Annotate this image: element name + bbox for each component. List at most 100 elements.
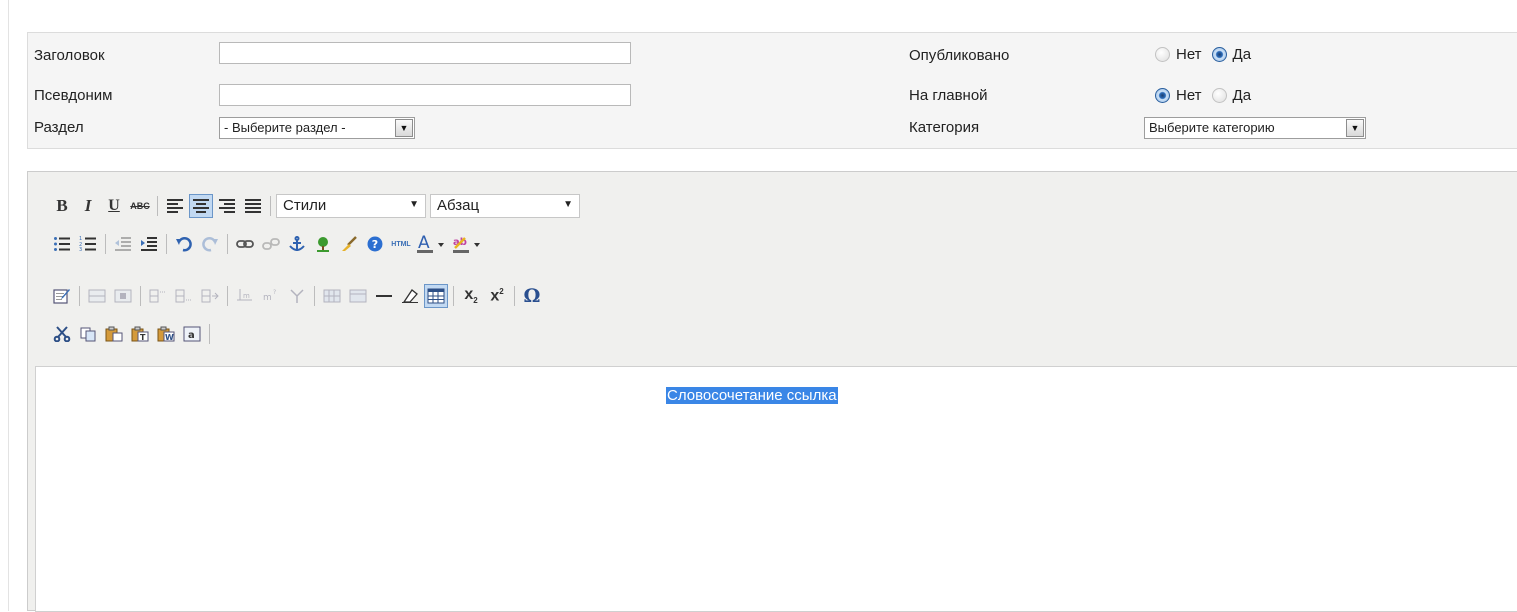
html-icon[interactable]: HTML [389, 232, 413, 256]
bullet-list-icon[interactable] [50, 232, 74, 256]
special-char-icon[interactable]: Ω [520, 284, 544, 308]
cleanup-icon[interactable] [337, 232, 361, 256]
svg-text:3: 3 [79, 247, 82, 252]
toolbar-separator [105, 234, 106, 254]
toolbar-row-4: T W a [50, 320, 215, 348]
svg-text:m: m [243, 292, 250, 300]
bold-icon[interactable]: B [50, 194, 74, 218]
paste-word-icon[interactable]: W [154, 322, 178, 346]
svg-text:m: m [263, 293, 272, 303]
published-radio-group: Нет Да [1155, 46, 1261, 63]
selected-link-text[interactable]: Словосочетание ссылка [666, 387, 838, 404]
toolbar-separator [227, 234, 228, 254]
table-row-props-icon[interactable] [85, 284, 109, 308]
frontpage-yes-label: Да [1232, 87, 1252, 104]
toolbar-separator [140, 286, 141, 306]
format-select[interactable]: Абзац ▼ [430, 194, 580, 218]
rich-text-editor: B I U ABC Стили ▼ Абзац ▼ 12 3 ? HTML A … [27, 171, 1517, 612]
page-left-border [8, 0, 9, 611]
toolbar-row-3: m m? x2 x2 Ω [50, 282, 546, 310]
highlight-color-icon[interactable]: ab [451, 232, 485, 256]
title-input[interactable] [219, 42, 631, 64]
merge-cells-icon[interactable] [346, 284, 370, 308]
delete-col-icon[interactable] [285, 284, 309, 308]
paste-text-icon[interactable]: T [128, 322, 152, 346]
align-right-icon[interactable] [215, 194, 239, 218]
toolbar-row-1: B I U ABC Стили ▼ Абзац ▼ [50, 192, 584, 220]
insert-col-after-icon[interactable]: m? [259, 284, 283, 308]
superscript-icon[interactable]: x2 [485, 284, 509, 308]
indent-icon[interactable] [137, 232, 161, 256]
insert-row-after-icon[interactable] [172, 284, 196, 308]
svg-text:?: ? [372, 238, 378, 251]
published-no-radio[interactable] [1155, 47, 1170, 62]
select-all-icon[interactable]: a [180, 322, 204, 346]
align-justify-icon[interactable] [241, 194, 265, 218]
article-details-panel: Заголовок Псевдоним Раздел - Выберите ра… [27, 32, 1517, 149]
chevron-down-icon: ▼ [409, 199, 419, 210]
subscript-icon[interactable]: x2 [459, 284, 483, 308]
chevron-down-icon: ▼ [1346, 119, 1364, 137]
published-label: Опубликовано [909, 47, 1010, 64]
unlink-icon[interactable] [259, 232, 283, 256]
frontpage-radio-group: Нет Да [1155, 87, 1261, 104]
text-color-icon[interactable]: A [415, 232, 449, 256]
svg-text:T: T [140, 333, 146, 342]
undo-icon[interactable] [172, 232, 196, 256]
cut-icon[interactable] [50, 322, 74, 346]
paste-icon[interactable] [102, 322, 126, 346]
table-cell-props-icon[interactable] [111, 284, 135, 308]
section-label: Раздел [34, 119, 84, 136]
strikethrough-icon[interactable]: ABC [128, 194, 152, 218]
section-select[interactable]: - Выберите раздел - ▼ [219, 117, 415, 139]
category-label: Категория [909, 119, 980, 136]
svg-text:a: a [188, 330, 195, 341]
chevron-down-icon: ▼ [395, 119, 413, 137]
toolbar-separator [209, 324, 210, 344]
toolbar-separator [157, 196, 158, 216]
frontpage-yes-radio[interactable] [1211, 88, 1227, 103]
align-left-icon[interactable] [163, 194, 187, 218]
published-yes-radio[interactable] [1211, 47, 1227, 62]
frontpage-no-radio[interactable] [1155, 88, 1170, 103]
align-center-icon[interactable] [189, 194, 213, 218]
styles-select[interactable]: Стили ▼ [276, 194, 426, 218]
svg-text:?: ? [273, 289, 276, 296]
category-select[interactable]: Выберите категорию ▼ [1144, 117, 1366, 139]
toolbar-separator [314, 286, 315, 306]
toolbar-separator [453, 286, 454, 306]
alias-input[interactable] [219, 84, 631, 106]
toolbar-separator [227, 286, 228, 306]
toolbar-separator [270, 196, 271, 216]
table-icon[interactable] [424, 284, 448, 308]
insert-col-before-icon[interactable]: m [233, 284, 257, 308]
help-icon[interactable]: ? [363, 232, 387, 256]
section-select-value: - Выберите раздел - [224, 120, 346, 135]
redo-icon[interactable] [198, 232, 222, 256]
horizontal-rule-icon[interactable] [372, 284, 396, 308]
editor-content-area[interactable]: Словосочетание ссылка [35, 366, 1517, 612]
frontpage-no-label: Нет [1176, 87, 1202, 104]
split-cells-icon[interactable] [320, 284, 344, 308]
italic-icon[interactable]: I [76, 194, 100, 218]
link-icon[interactable] [233, 232, 257, 256]
numbered-list-icon[interactable]: 123 [76, 232, 100, 256]
title-label: Заголовок [34, 47, 105, 64]
format-select-value: Абзац [437, 197, 480, 214]
anchor-icon[interactable] [285, 232, 309, 256]
toolbar-row-2: 123 ? HTML A [50, 230, 487, 258]
toolbar-separator [514, 286, 515, 306]
underline-icon[interactable]: U [102, 194, 126, 218]
svg-text:W: W [165, 333, 174, 342]
delete-row-icon[interactable] [198, 284, 222, 308]
copy-icon[interactable] [76, 322, 100, 346]
outdent-icon[interactable] [111, 232, 135, 256]
insert-row-before-icon[interactable] [146, 284, 170, 308]
edit-icon[interactable] [50, 284, 74, 308]
published-no-label: Нет [1176, 46, 1202, 63]
remove-format-icon[interactable] [398, 284, 422, 308]
image-icon[interactable] [311, 232, 335, 256]
category-select-value: Выберите категорию [1149, 120, 1275, 135]
published-yes-label: Да [1232, 46, 1252, 63]
frontpage-label: На главной [909, 87, 988, 104]
